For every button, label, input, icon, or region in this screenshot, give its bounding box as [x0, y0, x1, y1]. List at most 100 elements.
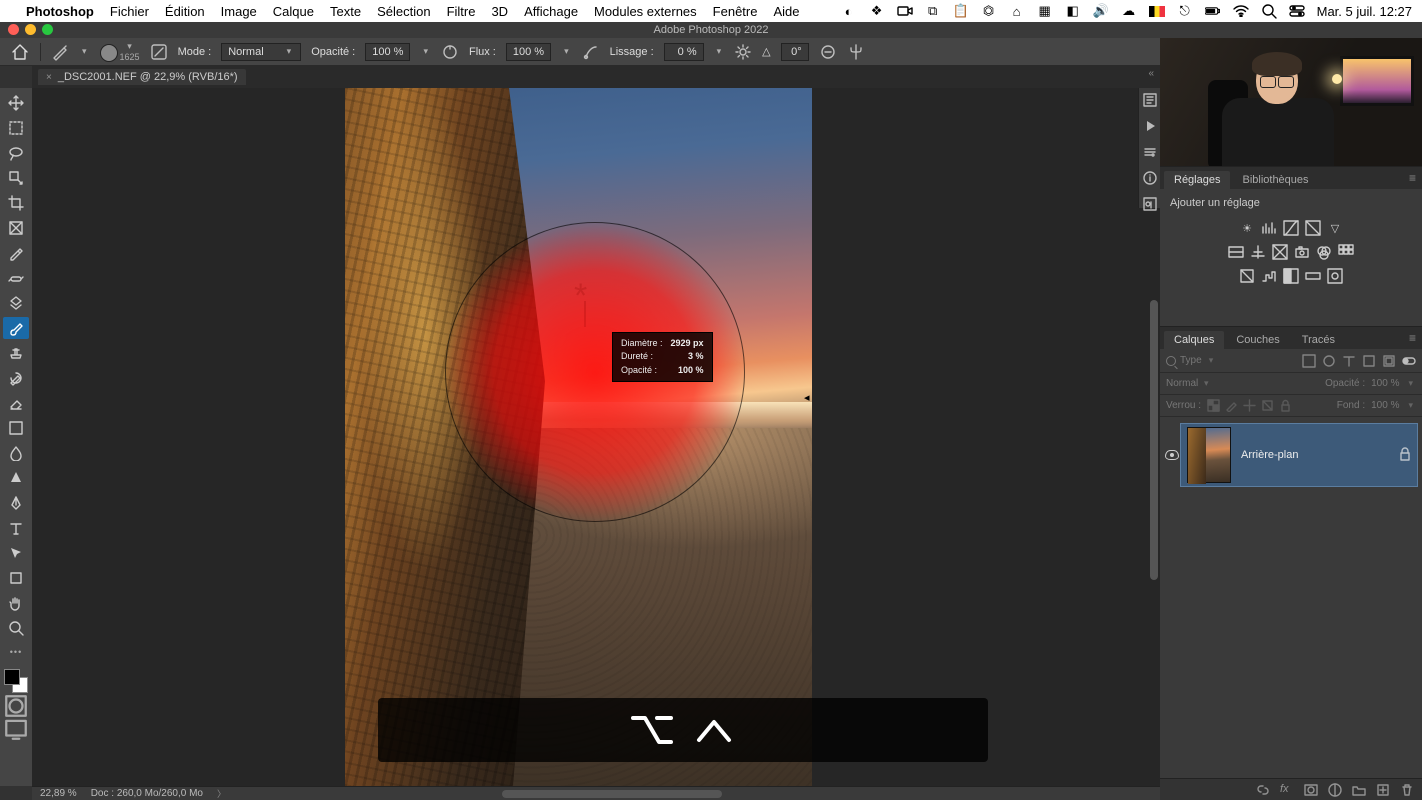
menubar-grid-icon[interactable]: ▦ — [1037, 3, 1053, 19]
exposure-icon[interactable] — [1304, 219, 1322, 237]
lock-position-icon[interactable] — [1243, 399, 1256, 412]
layer-name[interactable]: Arrière-plan — [1241, 449, 1298, 461]
menubar-clock[interactable]: Mar. 5 juil. 12:27 — [1317, 4, 1412, 19]
path-selection-tool[interactable] — [3, 542, 29, 564]
lasso-tool[interactable] — [3, 142, 29, 164]
tab-reglages[interactable]: Réglages — [1164, 171, 1230, 189]
zoom-readout[interactable]: 22,89 % — [40, 788, 77, 799]
record-icon[interactable] — [897, 3, 913, 19]
document-image[interactable]: Diamètre :2929 px Dureté :3 % Opacité :1… — [345, 88, 812, 786]
brightness-contrast-icon[interactable]: ☀ — [1238, 219, 1256, 237]
quick-mask-icon[interactable] — [3, 696, 29, 716]
filter-pixel-icon[interactable] — [1302, 354, 1316, 368]
bluetooth-icon[interactable]: ⎋ — [1177, 3, 1193, 19]
menu-modules-externes[interactable]: Modules externes — [594, 4, 697, 19]
type-tool[interactable] — [3, 517, 29, 539]
lock-all-icon[interactable] — [1279, 399, 1292, 412]
filter-adjustment-icon[interactable] — [1322, 354, 1336, 368]
info-panel-icon[interactable] — [1142, 170, 1158, 186]
dodge-tool[interactable] — [3, 467, 29, 489]
smoothing-options-icon[interactable] — [734, 43, 752, 61]
menu-3d[interactable]: 3D — [491, 4, 508, 19]
layer-filter-type[interactable]: Type▾ — [1166, 355, 1296, 366]
menu-fichier[interactable]: Fichier — [110, 4, 149, 19]
symmetry-icon[interactable] — [847, 43, 865, 61]
menubar-cloud-icon[interactable]: ☁ — [1121, 3, 1137, 19]
clone-stamp-tool[interactable] — [3, 342, 29, 364]
doc-size-readout[interactable]: Doc : 260,0 Mo/260,0 Mo — [91, 788, 203, 799]
panel-menu-icon[interactable]: ≡ — [1409, 331, 1416, 345]
smoothing-value[interactable]: 0 % — [664, 43, 704, 61]
replace-tool[interactable] — [3, 292, 29, 314]
battery-icon[interactable] — [1205, 3, 1221, 19]
filter-toggle-icon[interactable] — [1402, 354, 1416, 368]
eraser-tool[interactable] — [3, 392, 29, 414]
gradient-tool[interactable] — [3, 417, 29, 439]
angle-value[interactable]: 0° — [781, 43, 809, 61]
menubar-extra-icon[interactable]: ⏣ — [981, 3, 997, 19]
menubar-extra-icon[interactable]: ❖ — [869, 3, 885, 19]
history-panel-icon[interactable] — [1142, 92, 1158, 108]
delete-layer-icon[interactable] — [1400, 783, 1414, 797]
color-swatches[interactable] — [4, 669, 28, 693]
blur-tool[interactable] — [3, 442, 29, 464]
actions-panel-icon[interactable] — [1142, 118, 1158, 134]
healing-brush-tool[interactable] — [3, 267, 29, 289]
gradient-map-icon[interactable] — [1304, 267, 1322, 285]
tool-preset-picker[interactable] — [51, 43, 69, 61]
collapsed-panel-dock[interactable] — [1138, 88, 1160, 208]
color-lookup-icon[interactable] — [1337, 243, 1355, 261]
flow-value[interactable]: 100 % — [506, 43, 551, 61]
tab-bibliotheques[interactable]: Bibliothèques — [1232, 171, 1318, 189]
new-group-icon[interactable] — [1352, 783, 1366, 797]
fill-value[interactable]: 100 % — [1371, 400, 1399, 411]
tab-traces[interactable]: Tracés — [1292, 331, 1345, 349]
zoom-window-button[interactable] — [42, 24, 53, 35]
layer-mask-icon[interactable] — [1304, 783, 1318, 797]
threshold-icon[interactable] — [1282, 267, 1300, 285]
app-menu[interactable]: Photoshop — [26, 4, 94, 19]
menu-aide[interactable]: Aide — [773, 4, 799, 19]
selective-color-icon[interactable] — [1326, 267, 1344, 285]
menubar-extra-icon[interactable]: ⧉ — [925, 3, 941, 19]
layer-opacity-value[interactable]: 100 % — [1371, 378, 1399, 389]
layer-blend-mode[interactable]: Normal ▾ — [1166, 378, 1319, 389]
lock-artboard-icon[interactable] — [1261, 399, 1274, 412]
levels-icon[interactable] — [1260, 219, 1278, 237]
horizontal-scrollbar[interactable] — [502, 790, 722, 798]
curves-icon[interactable] — [1282, 219, 1300, 237]
home-icon[interactable] — [10, 42, 30, 62]
airbrush-icon[interactable] — [582, 43, 600, 61]
menubar-home-icon[interactable]: ⌂ — [1009, 3, 1025, 19]
new-layer-icon[interactable] — [1376, 783, 1390, 797]
close-window-button[interactable] — [8, 24, 19, 35]
photo-filter-icon[interactable] — [1293, 243, 1311, 261]
status-more-icon[interactable]: 〉 — [217, 787, 226, 800]
screen-mode-icon[interactable] — [3, 719, 29, 739]
edit-toolbar-icon[interactable]: ••• — [3, 642, 29, 662]
vibrance-icon[interactable]: ▽ — [1326, 219, 1344, 237]
pen-tool[interactable] — [3, 492, 29, 514]
spotlight-icon[interactable] — [1261, 3, 1277, 19]
menu-calque[interactable]: Calque — [273, 4, 314, 19]
link-layers-icon[interactable] — [1256, 783, 1270, 797]
filter-type-icon[interactable] — [1342, 354, 1356, 368]
menu-texte[interactable]: Texte — [330, 4, 361, 19]
menu-filtre[interactable]: Filtre — [447, 4, 476, 19]
foreground-color-swatch[interactable] — [4, 669, 20, 685]
brush-tool[interactable] — [3, 317, 29, 339]
layer-lock-icon[interactable] — [1399, 447, 1411, 464]
vertical-scrollbar[interactable] — [1150, 300, 1158, 580]
black-white-icon[interactable] — [1271, 243, 1289, 261]
menubar-sound-icon[interactable]: 🔊 — [1093, 3, 1109, 19]
tab-couches[interactable]: Couches — [1226, 331, 1289, 349]
window-controls[interactable] — [8, 24, 53, 35]
menu-image[interactable]: Image — [221, 4, 257, 19]
menu-fenetre[interactable]: Fenêtre — [713, 4, 758, 19]
frame-tool[interactable] — [3, 217, 29, 239]
invert-icon[interactable] — [1238, 267, 1256, 285]
hand-tool[interactable] — [3, 592, 29, 614]
layer-thumbnail[interactable] — [1187, 427, 1231, 483]
menu-affichage[interactable]: Affichage — [524, 4, 578, 19]
minimize-window-button[interactable] — [25, 24, 36, 35]
